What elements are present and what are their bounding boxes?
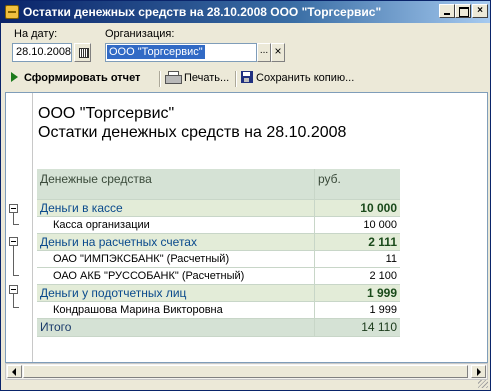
toolbar-separator bbox=[235, 71, 237, 87]
row-value: 1 999 bbox=[366, 286, 397, 300]
report-area[interactable]: ООО "Торгсервис" Остатки денежных средст… bbox=[5, 92, 488, 363]
table-row[interactable]: Деньги в кассе 10 000 bbox=[37, 200, 400, 217]
gutter-divider bbox=[32, 93, 33, 362]
date-label: На дату: bbox=[14, 28, 58, 40]
scroll-left-icon[interactable] bbox=[7, 365, 22, 378]
toolbar: Сформировать отчет Печать... Сохранить к… bbox=[5, 68, 488, 90]
report-organization-title: ООО "Торгсервис" bbox=[38, 105, 175, 122]
save-copy-label: Сохранить копию... bbox=[256, 72, 355, 84]
row-value: 10 000 bbox=[363, 219, 397, 231]
column-header-currency: руб. bbox=[318, 172, 341, 186]
report-icon bbox=[5, 5, 19, 19]
maximize-button[interactable] bbox=[455, 4, 471, 18]
row-name: Касса организации bbox=[37, 217, 315, 233]
generate-report-label: Сформировать отчет bbox=[24, 72, 141, 84]
table-header: Денежные средства руб. bbox=[37, 169, 400, 200]
organization-label: Организация: bbox=[105, 28, 175, 40]
tree-line bbox=[13, 275, 19, 276]
calendar-icon[interactable] bbox=[74, 43, 91, 62]
table-row[interactable]: Кондрашова Марина Викторовна 1 999 bbox=[37, 302, 400, 319]
organization-clear-button[interactable]: × bbox=[271, 43, 285, 62]
play-icon bbox=[11, 72, 18, 83]
row-value: 2 100 bbox=[369, 270, 397, 282]
collapse-icon[interactable] bbox=[9, 237, 18, 246]
row-name: ОАО "ИМПЭКСБАНК" (Расчетный) bbox=[37, 251, 315, 267]
print-label: Печать... bbox=[184, 72, 230, 84]
date-input[interactable]: 28.10.2008 bbox=[12, 43, 72, 62]
column-header-funds: Денежные средства bbox=[37, 169, 315, 199]
tree-line bbox=[13, 307, 19, 308]
row-value: 11 bbox=[385, 253, 397, 265]
title-bar[interactable]: Остатки денежных средств на 28.10.2008 О… bbox=[1, 1, 490, 23]
table-row[interactable]: Касса организации 10 000 bbox=[37, 217, 400, 234]
close-button[interactable]: × bbox=[472, 4, 488, 18]
tree-line bbox=[13, 224, 19, 225]
save-copy-button[interactable]: Сохранить копию... bbox=[241, 70, 354, 88]
total-value: 14 110 bbox=[361, 320, 397, 334]
row-name: Деньги на расчетных счетах bbox=[37, 234, 315, 250]
organization-input[interactable]: ООО "Торгсервис" bbox=[105, 43, 257, 62]
row-value: 1 999 bbox=[369, 304, 397, 316]
table-row[interactable]: ОАО "ИМПЭКСБАНК" (Расчетный) 11 bbox=[37, 251, 400, 268]
minimize-button[interactable] bbox=[439, 4, 455, 18]
collapse-icon[interactable] bbox=[9, 204, 18, 213]
tree-line bbox=[13, 243, 14, 275]
row-value: 10 000 bbox=[360, 201, 397, 215]
generate-report-button[interactable]: Сформировать отчет bbox=[11, 70, 140, 88]
scroll-right-icon[interactable] bbox=[471, 365, 486, 378]
table-total-row[interactable]: Итого 14 110 bbox=[37, 319, 400, 337]
row-name: Кондрашова Марина Викторовна bbox=[37, 302, 315, 318]
grouping-gutter bbox=[6, 93, 31, 362]
window-title: Остатки денежных средств на 28.10.2008 О… bbox=[23, 5, 382, 19]
toolbar-separator bbox=[159, 71, 161, 87]
row-name: Деньги у подотчетных лиц bbox=[37, 285, 315, 301]
resize-grip-icon[interactable] bbox=[478, 380, 488, 388]
row-value: 2 111 bbox=[368, 235, 397, 249]
scrollbar-thumb[interactable] bbox=[23, 365, 468, 378]
report-title: Остатки денежных средств на 28.10.2008 bbox=[38, 124, 347, 141]
row-name: Деньги в кассе bbox=[37, 200, 315, 216]
table-row[interactable]: Деньги у подотчетных лиц 1 999 bbox=[37, 285, 400, 302]
collapse-icon[interactable] bbox=[9, 285, 18, 294]
table-row[interactable]: ОАО АКБ "РУССОБАНК" (Расчетный) 2 100 bbox=[37, 268, 400, 285]
organization-value: ООО "Торгсервис" bbox=[107, 45, 205, 59]
organization-select-button[interactable]: ... bbox=[257, 43, 271, 62]
print-button[interactable]: Печать... bbox=[165, 70, 229, 88]
total-label: Итого bbox=[37, 319, 315, 336]
printer-icon bbox=[165, 71, 182, 85]
row-name: ОАО АКБ "РУССОБАНК" (Расчетный) bbox=[37, 268, 315, 284]
table-row[interactable]: Деньги на расчетных счетах 2 111 bbox=[37, 234, 400, 251]
floppy-disk-icon bbox=[241, 71, 253, 84]
report-window: Остатки денежных средств на 28.10.2008 О… bbox=[0, 0, 491, 391]
horizontal-scrollbar[interactable] bbox=[5, 363, 488, 380]
